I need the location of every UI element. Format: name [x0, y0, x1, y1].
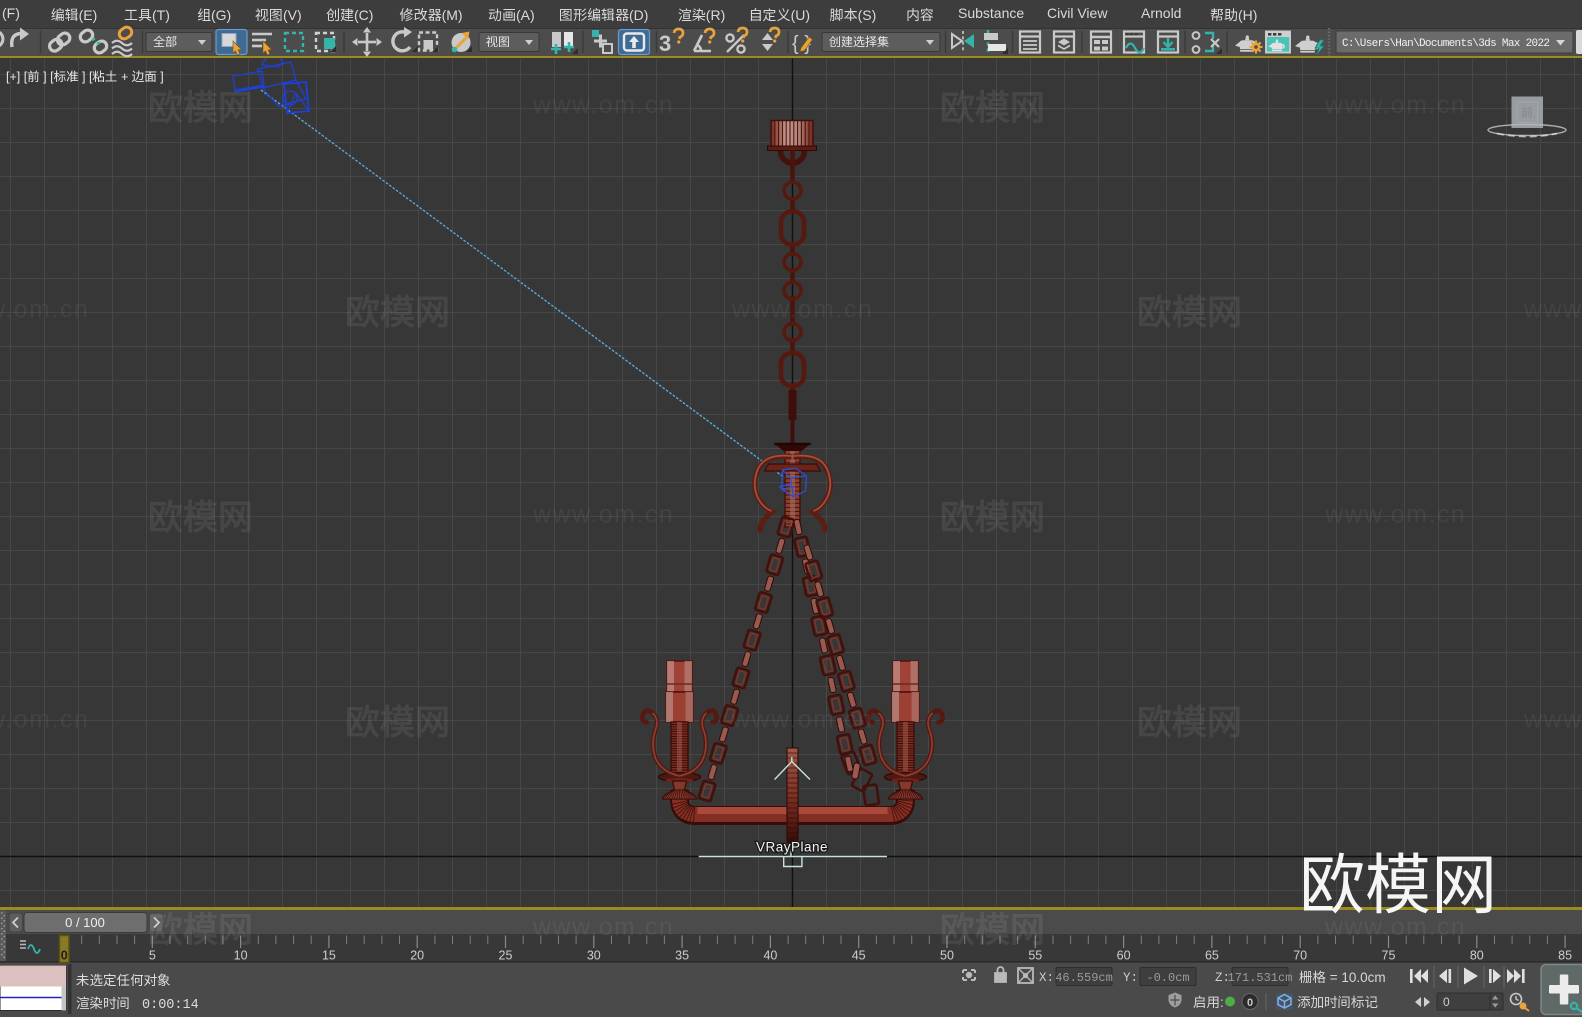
- svg-text:0: 0: [1443, 995, 1450, 1009]
- svg-text:0: 0: [1247, 997, 1253, 1009]
- svg-text:添加时间标记: 添加时间标记: [1297, 995, 1378, 1010]
- svg-text:启用:: 启用:: [1193, 995, 1224, 1010]
- svg-text:171.531cm: 171.531cm: [1228, 971, 1293, 985]
- svg-text:X:: X:: [1039, 971, 1054, 985]
- svg-text:Y:: Y:: [1123, 971, 1138, 985]
- svg-text:栅格 = 10.0cm: 栅格 = 10.0cm: [1299, 970, 1386, 985]
- svg-text:46.559cm: 46.559cm: [1055, 971, 1113, 985]
- svg-text:0:00:14: 0:00:14: [142, 998, 199, 1013]
- svg-text:-0.0cm: -0.0cm: [1146, 971, 1189, 985]
- svg-text:未选定任何对象: 未选定任何对象: [76, 973, 171, 988]
- svg-text:渲染时间: 渲染时间: [76, 996, 130, 1011]
